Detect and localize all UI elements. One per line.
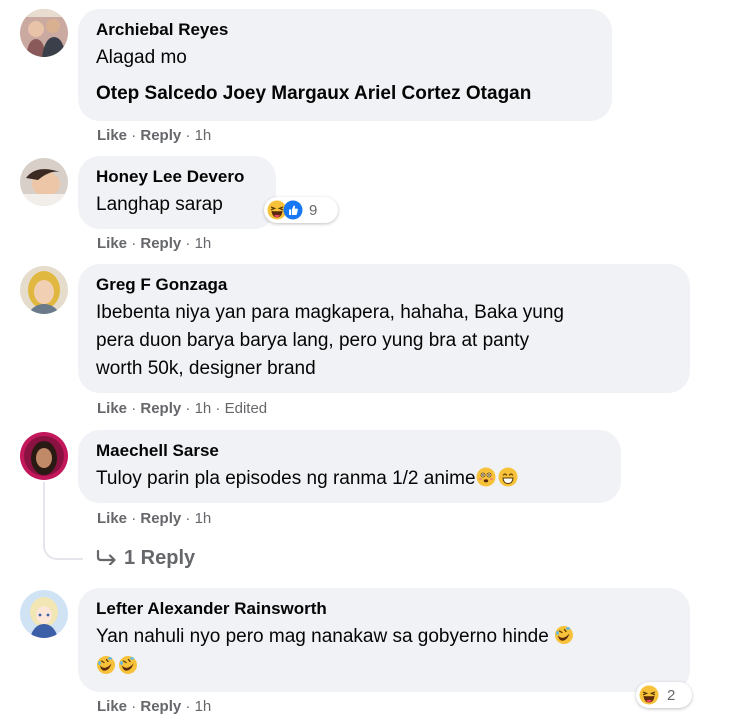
avatar-image — [20, 266, 68, 314]
comment-bubble: Honey Lee Devero Langhap sarap — [78, 156, 276, 229]
like-link[interactable]: Like — [97, 510, 127, 527]
avatar[interactable] — [20, 432, 68, 480]
separator: · — [185, 698, 195, 715]
reply-link[interactable]: Reply — [140, 698, 181, 715]
avatar[interactable] — [20, 266, 68, 314]
comment-text-content: Tuloy parin pla episodes ng ranma 1/2 an… — [96, 468, 476, 489]
thread-connector — [43, 482, 83, 560]
avatar-image — [20, 158, 68, 206]
separator: · — [185, 510, 195, 527]
timestamp[interactable]: 1h — [195, 127, 212, 144]
separator: · — [131, 235, 141, 252]
comment-actions: Like · Reply · 1h — [97, 126, 211, 146]
avatar[interactable] — [20, 9, 68, 57]
like-link[interactable]: Like — [97, 400, 127, 417]
comment-text-line: worth 50k, designer brand — [96, 358, 316, 379]
avatar[interactable] — [20, 590, 68, 638]
comment-author[interactable]: Maechell Sarse — [96, 440, 605, 462]
view-replies-link[interactable]: 1 Reply — [96, 545, 195, 571]
comment-bubble: Maechell Sarse Tuloy parin pla episodes … — [78, 430, 621, 503]
avatar-image — [20, 432, 68, 480]
separator: · — [131, 698, 141, 715]
comment-actions: Like · Reply · 1h — [97, 697, 211, 717]
comment-text: Tuloy parin pla episodes ng ranma 1/2 an… — [96, 465, 605, 493]
like-icon — [283, 200, 303, 220]
comment-author[interactable]: Honey Lee Devero — [96, 166, 260, 188]
timestamp[interactable]: 1h — [195, 400, 212, 417]
comment-actions: Like · Reply · 1h — [97, 234, 211, 254]
comment-bubble: Greg F Gonzaga Ibebenta niya yan para ma… — [78, 264, 690, 393]
comment-author[interactable]: Lefter Alexander Rainsworth — [96, 598, 674, 620]
avatar[interactable] — [20, 158, 68, 206]
reaction-summary[interactable]: 2 — [636, 682, 692, 708]
haha-icon — [639, 685, 659, 705]
separator: · — [185, 235, 195, 252]
separator: · — [185, 400, 195, 417]
reply-link[interactable]: Reply — [140, 127, 181, 144]
avatar-image — [20, 590, 68, 638]
replies-count-label[interactable]: 1 Reply — [124, 547, 195, 569]
comment-bubble: Lefter Alexander Rainsworth Yan nahuli n… — [78, 588, 690, 692]
separator: · — [131, 127, 141, 144]
like-link[interactable]: Like — [97, 127, 127, 144]
like-link[interactable]: Like — [97, 235, 127, 252]
separator: · — [185, 127, 195, 144]
separator: · — [131, 510, 141, 527]
comment-text-emojis — [96, 653, 674, 681]
edited-label[interactable]: Edited — [225, 400, 268, 417]
reply-link[interactable]: Reply — [140, 510, 181, 527]
flushed-emoji-icon — [476, 467, 496, 487]
grinning-emoji-icon — [498, 467, 518, 487]
reply-link[interactable]: Reply — [140, 235, 181, 252]
comment-text-line: Ibebenta niya yan para magkapera, hahaha… — [96, 302, 564, 323]
avatar-image — [20, 9, 68, 57]
timestamp[interactable]: 1h — [195, 235, 212, 252]
reply-link[interactable]: Reply — [140, 400, 181, 417]
comment-text-line: pera duon barya barya lang, pero yung br… — [96, 330, 530, 351]
comment-actions: Like · Reply · 1h · Edited — [97, 399, 267, 419]
comment-author[interactable]: Greg F Gonzaga — [96, 274, 674, 296]
timestamp[interactable]: 1h — [195, 510, 212, 527]
rofl-emoji-icon — [96, 655, 116, 675]
separator: · — [131, 400, 141, 417]
like-link[interactable]: Like — [97, 698, 127, 715]
separator: · — [215, 400, 225, 417]
comment-text: Langhap sarap — [96, 194, 223, 215]
reaction-count: 2 — [667, 686, 676, 704]
reaction-summary[interactable]: 9 — [264, 197, 338, 223]
reply-arrow-icon — [96, 549, 116, 566]
tagged-names[interactable]: Otep Salcedo Joey Margaux Ariel Cortez O… — [96, 80, 596, 108]
reaction-count: 9 — [309, 201, 318, 219]
timestamp[interactable]: 1h — [195, 698, 212, 715]
comment-author[interactable]: Archiebal Reyes — [96, 19, 596, 41]
comment-bubble: Archiebal Reyes Alagad mo Otep Salcedo J… — [78, 9, 612, 121]
rofl-emoji-icon — [118, 655, 138, 675]
comment-text-content: Yan nahuli nyo pero mag nanakaw sa gobye… — [96, 626, 549, 647]
rofl-emoji-icon — [554, 625, 574, 645]
comment-actions: Like · Reply · 1h — [97, 509, 211, 529]
comment-text: Alagad mo — [96, 47, 187, 68]
comment-text: Yan nahuli nyo pero mag nanakaw sa gobye… — [96, 623, 674, 651]
